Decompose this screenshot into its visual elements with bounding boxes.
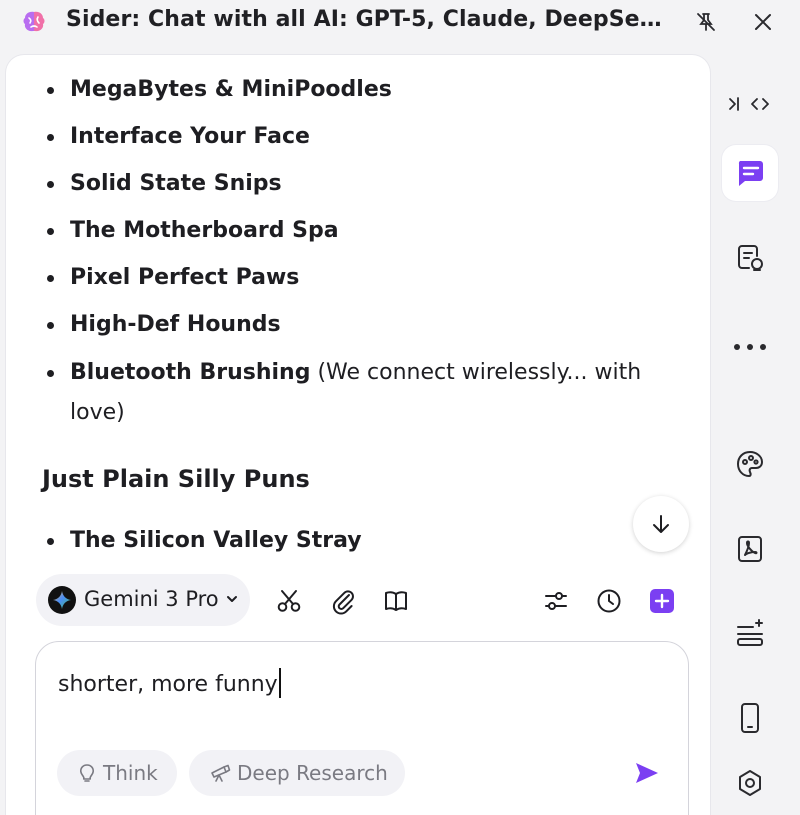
model-name: Gemini 3 Pro (84, 587, 219, 611)
sliders-icon (545, 592, 567, 610)
settings-button[interactable] (539, 584, 573, 618)
mobile-icon (741, 703, 759, 733)
scissors-icon (277, 590, 301, 612)
sidebar-item-mobile[interactable] (722, 690, 778, 746)
telescope-icon (211, 764, 231, 782)
sider-logo-icon (23, 11, 45, 32)
expand-icon (729, 97, 769, 111)
paperclip-icon (332, 590, 354, 615)
send-button[interactable] (632, 758, 662, 788)
window-title: Sider: Chat with all AI: GPT-5, Claude, … (66, 7, 676, 32)
think-label: Think (103, 761, 158, 785)
new-chat-icon (650, 589, 674, 613)
list-item: The Motherboard Spa (47, 211, 670, 251)
book-icon (385, 591, 407, 611)
send-icon (636, 763, 658, 783)
close-button[interactable] (749, 8, 777, 36)
sidebar-item-theme[interactable] (722, 436, 778, 492)
list-item: MegaBytes & MiniPoodles (47, 70, 670, 110)
arrow-down-icon (653, 515, 669, 533)
file-chat-icon (738, 245, 763, 271)
clock-icon (597, 589, 621, 613)
chevron-down-icon (227, 596, 237, 602)
list-item: Interface Your Face (47, 117, 670, 157)
sidebar-item-extensions[interactable] (722, 755, 778, 811)
pdf-icon (738, 536, 762, 562)
unpin-button[interactable] (692, 8, 720, 36)
think-button[interactable]: Think (57, 750, 177, 796)
list-item: Solid State Snips (47, 164, 670, 204)
chat-icon (738, 161, 763, 186)
screenshot-button[interactable] (272, 584, 306, 618)
text-caret (278, 668, 281, 698)
sidebar-item-file-chat[interactable] (722, 230, 778, 286)
gemini-icon (48, 586, 76, 614)
history-button[interactable] (592, 584, 626, 618)
deep-research-label: Deep Research (237, 761, 388, 785)
section-heading: Just Plain Silly Puns (42, 465, 310, 493)
lightbulb-icon (79, 764, 95, 782)
unpin-icon (697, 13, 715, 31)
palette-icon (737, 451, 763, 477)
message-input-box[interactable]: shorter, more funny Think Deep Research (35, 641, 689, 815)
sidebar-item-pdf[interactable] (722, 521, 778, 577)
list-item: Bluetooth Brushing (We connect wirelessl… (47, 353, 660, 433)
hexagon-icon (739, 770, 761, 796)
list-item: The Silicon Valley Stray (47, 521, 670, 561)
prompt-library-button[interactable] (379, 584, 413, 618)
new-chat-button[interactable] (645, 584, 679, 618)
title-bar: Sider: Chat with all AI: GPT-5, Claude, … (0, 0, 800, 44)
sidebar-item-tools[interactable] (722, 605, 778, 661)
sidebar-item-chat[interactable] (722, 145, 778, 201)
chat-panel: MegaBytes & MiniPoodles Interface Your F… (6, 55, 710, 815)
list-item: Pixel Perfect Paws (47, 258, 670, 298)
list-item: High-Def Hounds (47, 305, 670, 345)
attach-button[interactable] (326, 584, 360, 618)
chat-message: MegaBytes & MiniPoodles Interface Your F… (6, 55, 710, 565)
deep-research-button[interactable]: Deep Research (189, 750, 405, 796)
scroll-to-bottom-button[interactable] (633, 496, 689, 552)
more-icon (734, 344, 766, 350)
sidebar-item-more[interactable] (722, 319, 778, 375)
expand-panel-button[interactable] (722, 92, 778, 116)
right-sidebar (716, 60, 800, 800)
model-selector[interactable]: Gemini 3 Pro (36, 574, 250, 626)
sparkle-list-icon (737, 619, 763, 646)
close-icon (755, 14, 771, 30)
message-input[interactable]: shorter, more funny (58, 668, 281, 698)
